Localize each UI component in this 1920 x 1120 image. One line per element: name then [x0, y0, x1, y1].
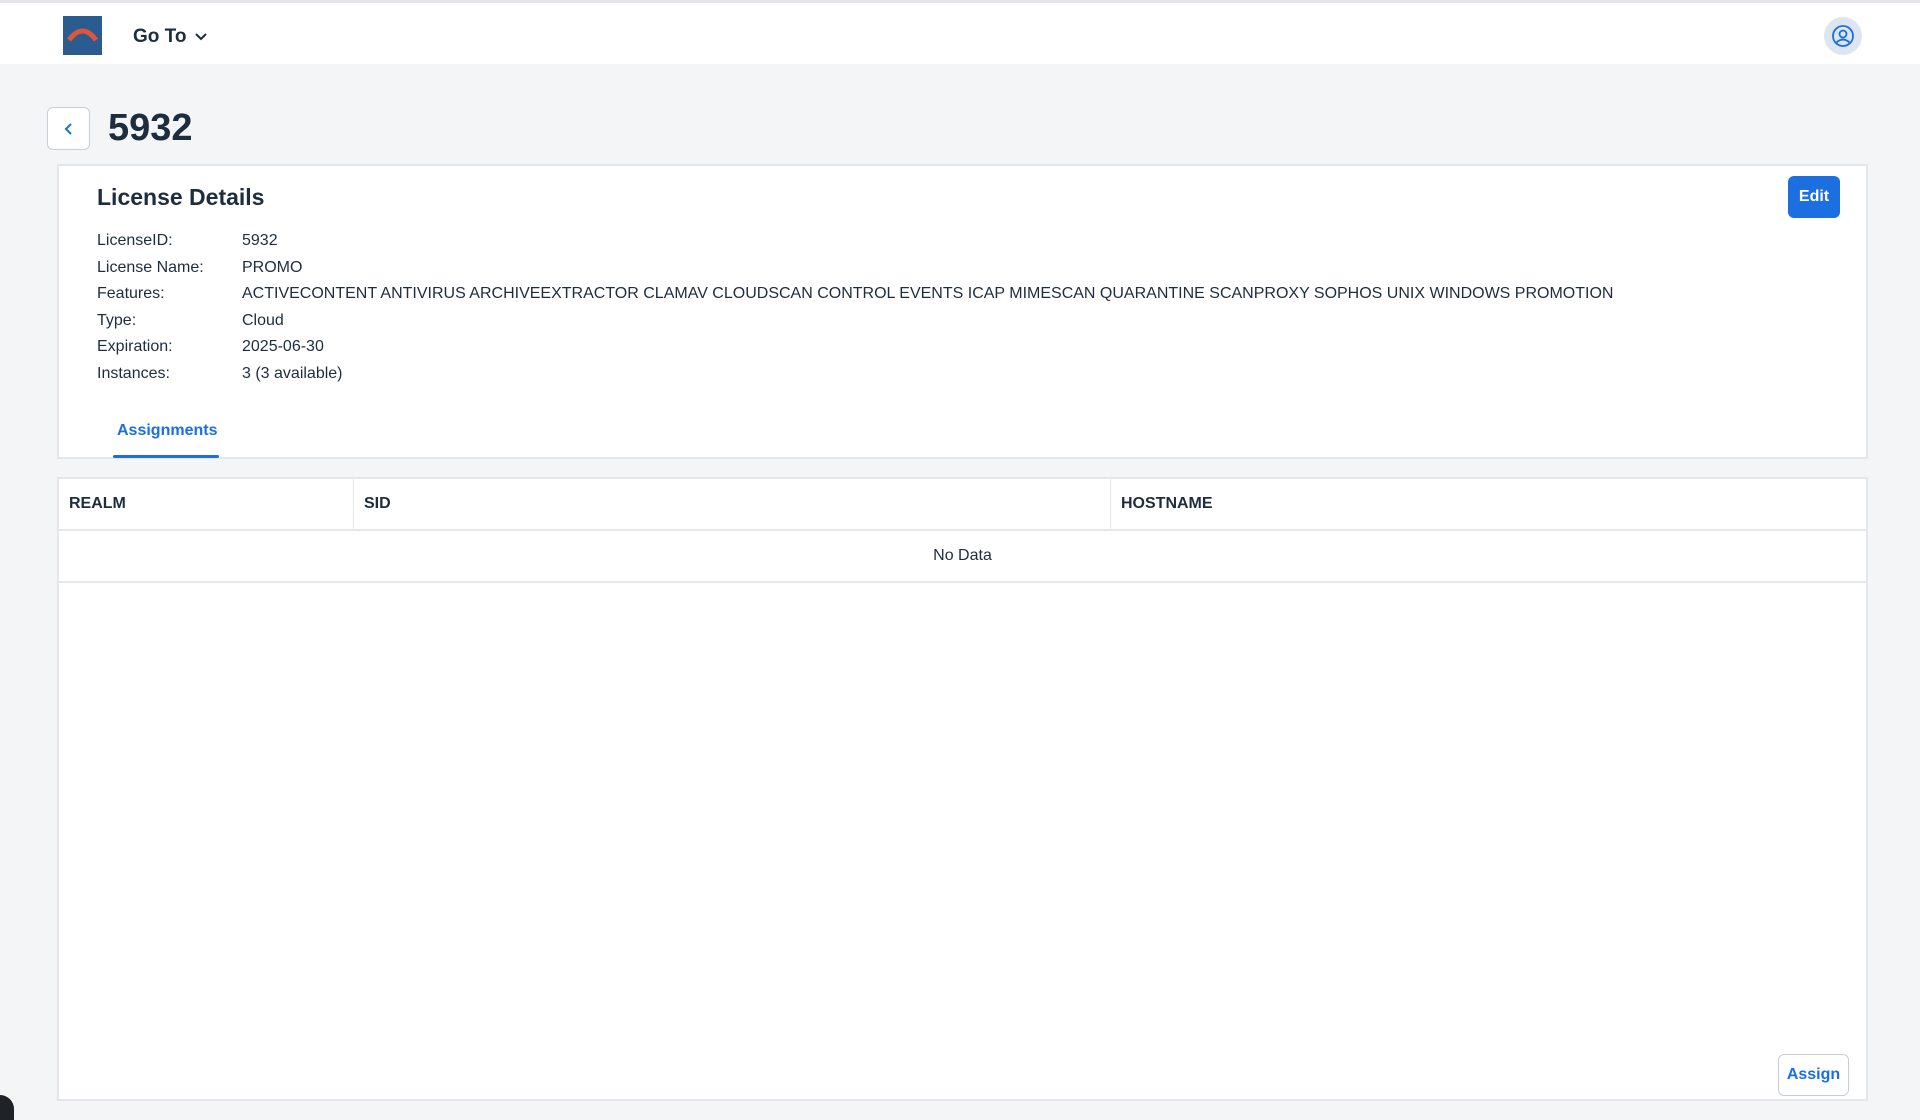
- table-empty-message: No Data: [59, 531, 1866, 583]
- shell-bar: Go To: [0, 3, 1920, 64]
- goto-menu[interactable]: Go To: [133, 23, 208, 51]
- window-corner: [0, 1095, 14, 1120]
- card-title: License Details: [97, 184, 265, 210]
- detail-row-instances: Instances: 3 (3 available): [97, 361, 1613, 388]
- detail-label: Features:: [97, 285, 165, 303]
- user-avatar-button[interactable]: [1824, 17, 1862, 55]
- detail-label: Type:: [97, 311, 137, 329]
- details-list: LicenseID: 5932 License Name: PROMO Feat…: [97, 228, 1613, 387]
- tab-assignments[interactable]: Assignments: [113, 412, 221, 458]
- detail-label: LicenseID:: [97, 232, 173, 250]
- assign-button[interactable]: Assign: [1778, 1054, 1849, 1096]
- detail-label: License Name:: [97, 258, 204, 276]
- detail-label: Expiration:: [97, 338, 173, 356]
- tab-label: Assignments: [117, 422, 218, 439]
- logo-arc-icon: [67, 28, 98, 42]
- goto-label: Go To: [133, 26, 187, 47]
- detail-value: PROMO: [242, 258, 303, 276]
- detail-value: 2025-06-30: [242, 338, 324, 356]
- page-title: 5932: [108, 107, 193, 149]
- column-header-hostname[interactable]: HOSTNAME: [1111, 479, 1866, 529]
- detail-row-type: Type: Cloud: [97, 308, 1613, 335]
- column-header-sid[interactable]: SID: [354, 479, 1111, 529]
- edit-button[interactable]: Edit: [1788, 176, 1840, 218]
- detail-row-license-id: LicenseID: 5932: [97, 228, 1613, 255]
- back-button[interactable]: [47, 107, 90, 150]
- detail-value: 3 (3 available): [242, 364, 343, 382]
- assignments-table: REALM SID HOSTNAME No Data Assign: [57, 477, 1868, 1101]
- column-header-realm[interactable]: REALM: [59, 479, 354, 529]
- detail-label: Instances:: [97, 364, 170, 382]
- chevron-left-icon: [64, 122, 72, 135]
- detail-value: 5932: [242, 232, 278, 250]
- detail-value: Cloud: [242, 311, 284, 329]
- detail-row-features: Features: ACTIVECONTENT ANTIVIRUS ARCHIV…: [97, 281, 1613, 308]
- chevron-down-icon: [195, 33, 208, 41]
- tab-active-indicator: [113, 455, 219, 458]
- user-icon: [1832, 25, 1854, 47]
- detail-value: ACTIVECONTENT ANTIVIRUS ARCHIVEEXTRACTOR…: [242, 285, 1614, 303]
- table-header: REALM SID HOSTNAME: [59, 479, 1866, 531]
- detail-row-expiration: Expiration: 2025-06-30: [97, 334, 1613, 361]
- app-logo[interactable]: [63, 16, 102, 55]
- detail-row-license-name: License Name: PROMO: [97, 255, 1613, 282]
- license-details-card: License Details Edit LicenseID: 5932 Lic…: [57, 164, 1868, 459]
